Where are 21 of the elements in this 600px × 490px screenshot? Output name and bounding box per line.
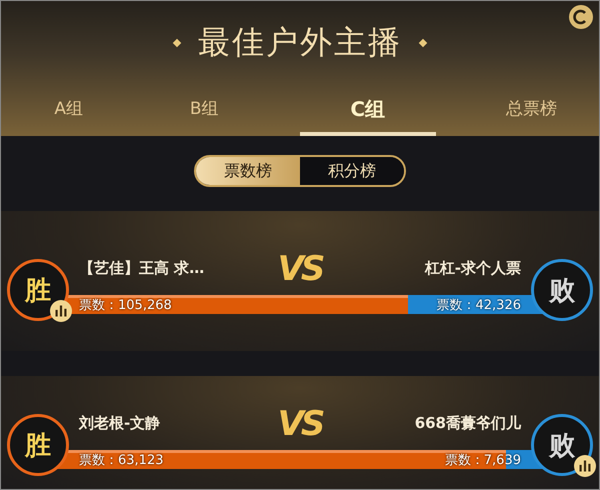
vote-count: 票数：105,268 <box>79 296 172 314</box>
group-tab[interactable]: C组 <box>300 94 436 136</box>
result-label: 败 <box>549 274 575 308</box>
group-tab[interactable]: 总票榜 <box>464 94 599 136</box>
ranking-toggle[interactable]: 票数榜 <box>196 157 300 185</box>
contestant-name: 【艺佳】王高 求… <box>79 259 206 278</box>
vote-count: 票数：42,326 <box>436 296 521 314</box>
contestant-name: 668喬虋爷们儿 <box>414 414 521 433</box>
versus-logo: VS <box>276 248 324 288</box>
contestant-name: 杠杠-求个人票 <box>424 259 521 278</box>
group-tab[interactable]: B组 <box>136 94 272 136</box>
result-label: 胜 <box>25 430 51 462</box>
contestant-name: 刘老根-文静 <box>79 414 162 433</box>
vote-count: 票数：63,123 <box>79 452 164 468</box>
ranking-toggle[interactable]: 积分榜 <box>300 157 404 185</box>
versus-logo: VS <box>276 404 324 444</box>
result-label: 胜 <box>25 274 51 308</box>
page-title: 最佳户外主播 <box>198 22 402 63</box>
result-label: 败 <box>549 430 575 462</box>
group-tab[interactable]: A组 <box>1 94 136 136</box>
refresh-button[interactable] <box>569 5 593 29</box>
